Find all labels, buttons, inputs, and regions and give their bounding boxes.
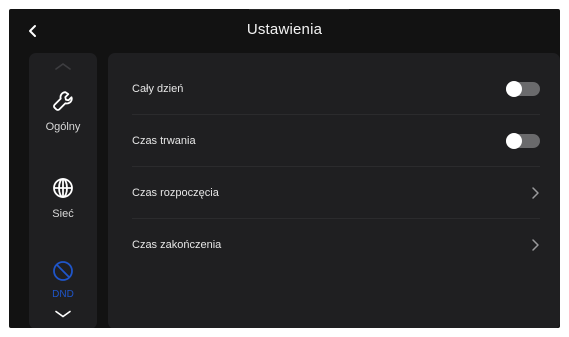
toggle-knob	[506, 132, 522, 149]
setting-label: Czas rozpoczęcia	[132, 186, 219, 199]
settings-panel: Cały dzień Czas trwania Czas rozpoczęcia…	[108, 53, 560, 328]
do-not-disturb-icon	[53, 261, 73, 281]
setting-label: Czas zakończenia	[132, 238, 222, 251]
page-title: Ustawienia	[246, 21, 323, 38]
globe-icon	[53, 178, 73, 198]
sidebar-item-label: Sieć	[52, 208, 74, 220]
sidebar-item-network[interactable]: Sieć	[29, 176, 97, 234]
setting-label: Cały dzień	[132, 82, 184, 95]
scroll-down-button[interactable]	[29, 307, 97, 321]
setting-row-end-time[interactable]: Czas zakończenia	[132, 219, 540, 270]
chevron-up-icon	[55, 63, 71, 70]
sidebar: Ogólny Sieć DND	[29, 53, 97, 328]
toggle-knob	[506, 80, 522, 97]
scroll-up-button[interactable]	[29, 59, 97, 73]
settings-screen: Ustawienia Ogólny Sieć DND Cały dzień Cz…	[9, 9, 560, 328]
setting-label: Czas trwania	[132, 134, 196, 147]
all-day-toggle[interactable]	[506, 80, 540, 97]
sidebar-item-general[interactable]: Ogólny	[29, 89, 97, 147]
chevron-right-icon	[532, 238, 539, 251]
duration-toggle[interactable]	[506, 132, 540, 149]
wrench-icon	[53, 91, 73, 111]
chevron-right-icon	[532, 186, 539, 199]
setting-row-duration[interactable]: Czas trwania	[132, 115, 540, 167]
setting-row-start-time[interactable]: Czas rozpoczęcia	[132, 167, 540, 219]
sidebar-item-label: Ogólny	[45, 121, 81, 133]
setting-row-all-day[interactable]: Cały dzień	[132, 63, 540, 115]
sidebar-item-label: DND	[52, 289, 74, 300]
header: Ustawienia	[9, 9, 560, 53]
chevron-down-icon	[55, 310, 71, 318]
